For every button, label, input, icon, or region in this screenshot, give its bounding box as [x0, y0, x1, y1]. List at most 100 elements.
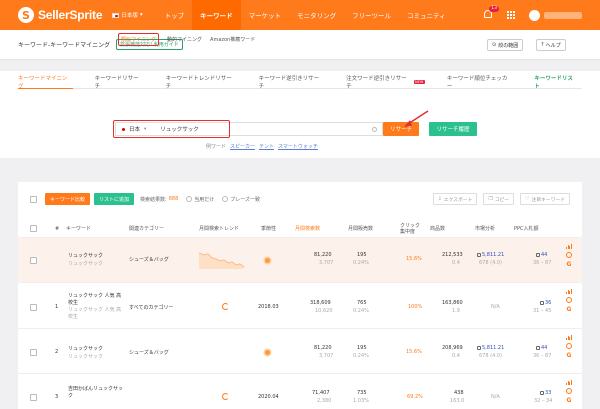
click-concentration: 15.6% [406, 256, 422, 262]
select-all-checkbox[interactable] [30, 195, 37, 203]
copy-button[interactable]: ❐ コピー [483, 193, 515, 205]
logo[interactable]: S SellerSprite [18, 7, 103, 23]
tab-reverse-keyword[interactable]: キーワード逆引きリサーチ [259, 75, 325, 90]
new-badge: NEW [413, 80, 425, 84]
market-icon [477, 345, 481, 350]
table-row[interactable]: 1 リュックサック 人気 高校生 リュックサック 人気 高校生 すべてのカテゴリ… [18, 283, 582, 329]
apps-grid-icon[interactable] [507, 11, 515, 19]
help-button[interactable]: ? ヘルプ [536, 39, 566, 51]
tab-keyword-research[interactable]: キーワードリサーチ [95, 75, 144, 90]
click-concentration: 100% [408, 304, 423, 310]
chart-icon[interactable] [566, 289, 572, 294]
bell-icon[interactable]: 13 [483, 6, 499, 20]
mode-amazon-recommend[interactable]: Amazon推薦ワード [210, 36, 255, 43]
col-keyword[interactable]: キーワード [66, 225, 91, 232]
col-search-volume[interactable]: 月間検索数 [295, 225, 320, 232]
search-history-button[interactable]: リサーチ履歴 [429, 122, 477, 136]
table-row[interactable]: リュックサック リュックサック シューズ＆バッグ 81,220 3,707 19… [18, 238, 582, 283]
ppc-value: 33 [545, 390, 552, 396]
amazon-icon[interactable] [566, 343, 572, 349]
google-icon[interactable]: G [567, 261, 572, 268]
compare-button[interactable]: キーワード比較 [45, 193, 91, 205]
market-analysis[interactable]: 5,811.21 [477, 345, 504, 351]
tab-keyword-mining[interactable]: キーワードマイニング [18, 75, 73, 90]
tab-order-reverse[interactable]: 注文ワード逆引きリサーチ NEW [346, 75, 425, 90]
table-row[interactable]: 3 吉田かばんリュックサック 2020.04 71,407 2,380 735 … [18, 374, 582, 409]
row-actions: G [566, 335, 572, 359]
col-trend[interactable]: 月間検索トレンド [199, 225, 239, 232]
mode-dynamic[interactable]: 動的マイニング [167, 36, 202, 43]
language-selector[interactable]: 日本版 ▾ [112, 11, 143, 19]
phrase-match-radio[interactable] [222, 196, 229, 202]
menu-item-community[interactable]: コミュニティ [399, 0, 454, 30]
search-volume: 318,609 [310, 300, 331, 306]
chart-icon[interactable] [566, 380, 572, 385]
menu-item-keyword[interactable]: キーワード [192, 0, 241, 30]
table-row[interactable]: 2 リュックサック リュックサック シューズ＆バッグ 81,220 3,707 … [18, 329, 582, 374]
example-keyword[interactable]: テント [259, 143, 274, 150]
example-keyword[interactable]: スマートウォッチ [278, 143, 318, 150]
google-icon[interactable]: G [567, 397, 572, 404]
result-count: 888 [168, 196, 179, 202]
menu-item-monitoring[interactable]: モニタリング [289, 0, 344, 30]
clear-icon[interactable] [372, 127, 377, 132]
highlight-box [113, 120, 230, 138]
row-checkbox[interactable] [30, 304, 37, 311]
market-analysis-sub: 678 (4.0) [479, 260, 502, 266]
export-button[interactable]: ⇩ エクスポート [432, 193, 478, 205]
user-menu[interactable] [529, 9, 582, 21]
export-label: エクスポート [443, 197, 473, 203]
col-market-analysis[interactable]: 市場分析 [475, 225, 495, 232]
ppc-value: 36 [545, 300, 552, 306]
header-checkbox[interactable] [30, 225, 37, 232]
mode-similar[interactable]: 類似マイニング [118, 33, 160, 46]
nav-right: 13 [483, 0, 582, 30]
col-ppc-bid[interactable]: PPC入札額 [514, 225, 539, 232]
main-menu: トップ キーワード マーケット モニタリング フリーツール コミュニティ [157, 0, 454, 30]
chart-icon[interactable] [566, 244, 572, 249]
filter-radio[interactable] [186, 196, 193, 202]
export-icon: ⇩ [437, 196, 442, 202]
menu-item-market[interactable]: マーケット [241, 0, 290, 30]
keyword-text[interactable]: リュックサック 人気 高校生 [68, 293, 126, 307]
row-number: 1 [55, 304, 59, 310]
tab-order-reverse-label: 注文ワード逆引きリサーチ [346, 76, 407, 90]
row-checkbox[interactable] [30, 257, 37, 264]
example-keyword[interactable]: スピーカー [230, 143, 255, 150]
ppc-value: 44 [541, 252, 548, 258]
col-product-count[interactable]: 商品数 [430, 225, 445, 232]
keyword-text[interactable]: リュックサック [68, 252, 103, 259]
keyword-text[interactable]: 吉田かばんリュックサック [68, 386, 126, 400]
row-checkbox[interactable] [30, 349, 37, 356]
menu-item-free-tools[interactable]: フリーツール [344, 0, 399, 30]
results-panel: キーワード比較 リストに追加 検索結果数: 888 当用だけ ブレーズ一致 ⇩ … [18, 182, 582, 409]
tab-keyword-trend[interactable]: キーワードトレンドリサーチ [166, 75, 237, 90]
favorite-keywords-button[interactable]: ♡ 注目キーワード [520, 193, 570, 205]
add-to-list-button[interactable]: リストに追加 [94, 193, 135, 205]
tab-rank-checker[interactable]: キーワード順位チェッカー [447, 75, 513, 90]
search-button[interactable]: リサーチ [383, 122, 419, 136]
col-category[interactable]: 関連カテゴリー [129, 225, 164, 232]
amazon-icon[interactable] [566, 252, 572, 258]
google-icon[interactable]: G [567, 306, 572, 313]
refresh-icon[interactable] [222, 393, 229, 400]
amazon-icon[interactable] [566, 297, 572, 303]
monthly-sales-sub: 1.03% [353, 398, 369, 404]
keyword-text[interactable]: リュックサック [68, 345, 103, 352]
col-seasonality[interactable]: 季節性 [261, 225, 276, 232]
amazon-icon[interactable] [566, 388, 572, 394]
google-icon[interactable]: G [567, 352, 572, 359]
row-checkbox[interactable] [30, 394, 37, 401]
search-volume: 81,220 [314, 252, 332, 258]
market-analysis[interactable]: 5,811.21 [477, 252, 504, 258]
tab-keyword-list[interactable]: キーワードリスト [534, 75, 578, 90]
menu-item-top[interactable]: トップ [157, 0, 193, 30]
col-monthly-sales[interactable]: 月間販売数 [348, 225, 373, 232]
chart-icon[interactable] [566, 335, 572, 340]
refresh-icon[interactable] [222, 303, 229, 310]
monthly-sales-sub: 0.24% [353, 353, 369, 359]
col-click-concentration[interactable]: クリック集中度 [400, 223, 424, 235]
market-analysis-sub: 678 (4.0) [479, 353, 502, 359]
help-icon: ? [541, 42, 544, 48]
range-button[interactable]: ⊙ 絞の範囲 [487, 39, 524, 51]
